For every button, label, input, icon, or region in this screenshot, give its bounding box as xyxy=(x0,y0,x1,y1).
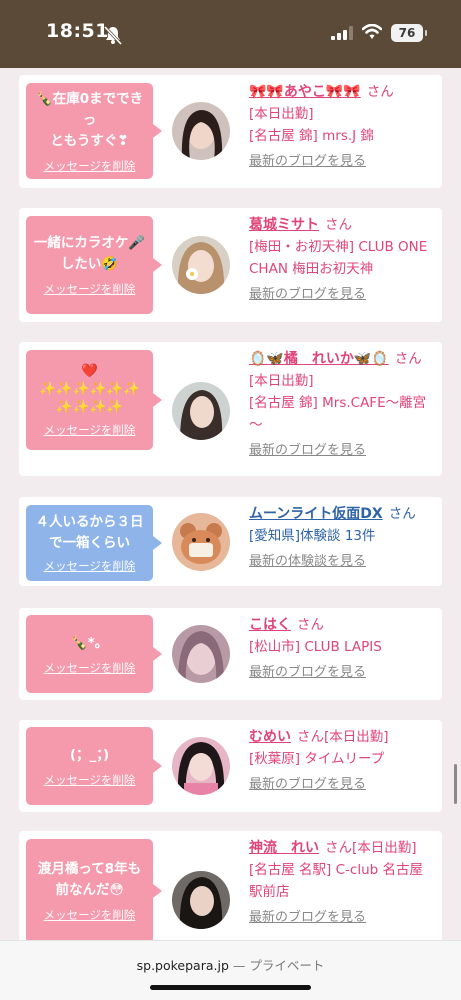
profile-info: こはく さん [松山市] CLUB LAPIS 最新のブログを見る xyxy=(249,614,435,684)
profile-name-link[interactable]: こはく xyxy=(249,617,291,633)
profile-name-link[interactable]: 🎀🎀あやこ🎀🎀 xyxy=(249,84,361,100)
work-status: [本日出勤] xyxy=(352,840,417,856)
message-bubble: ４人いるから３日 で一箱くらい メッセージを削除 xyxy=(26,505,162,581)
shop-info: [秋葉原] タイムリープ xyxy=(249,751,385,767)
honorific: さん xyxy=(388,506,416,522)
delete-message-link[interactable]: メッセージを削除 xyxy=(44,422,136,438)
honorific: さん xyxy=(366,84,394,100)
review-count: [愛知県]体験談 13件 xyxy=(249,528,376,544)
shop-info: [名古屋 錦] mrs.J 錦 xyxy=(249,128,374,144)
status-time: 18:51 xyxy=(46,20,109,42)
message-card: ４人いるから３日 で一箱くらい メッセージを削除 ムーンライト仮面DX さん [愛… xyxy=(19,497,442,586)
bell-muted-icon xyxy=(103,25,123,45)
avatar[interactable] xyxy=(172,871,230,929)
work-status: [本日出勤] xyxy=(249,106,314,122)
domain: sp.pokepara.jp xyxy=(136,958,229,973)
message-card: 一緒にカラオケ🎤 したい🤣 メッセージを削除 葛城ミサト さん [梅田・お初天神]… xyxy=(19,208,442,322)
avatar[interactable] xyxy=(172,737,230,795)
scrollbar[interactable] xyxy=(454,764,457,804)
message-text: 🍾*。 xyxy=(70,634,109,651)
latest-blog-link[interactable]: 最新のブログを見る xyxy=(249,774,435,796)
message-card: ❤️ ✨✨✨✨✨✨ ✨✨✨✨ メッセージを削除 🪞🦋橘 れいか🦋🪞 さん [本日出… xyxy=(19,342,442,476)
message-text: 一緒にカラオケ🎤 したい🤣 xyxy=(33,235,146,272)
address-text[interactable]: sp.pokepara.jp — プライベート xyxy=(0,955,461,974)
shop-info: [名古屋 名駅] C-club 名古屋駅前店 xyxy=(249,862,424,900)
shop-info: [名古屋 錦] Mrs.CAFE～離宮～ xyxy=(249,395,427,433)
latest-blog-link[interactable]: 最新のブログを見る xyxy=(249,440,435,462)
message-card: 🍾*。 メッセージを削除 こはく さん [松山市] CLUB LAPIS 最新のブ… xyxy=(19,608,442,700)
message-card: 渡月橋って8年も 前なんだ😳 メッセージを削除 神流 れい さん[本日出勤] [名… xyxy=(19,831,442,940)
profile-info: 🎀🎀あやこ🎀🎀 さん [本日出勤] [名古屋 錦] mrs.J 錦 最新のブログを… xyxy=(249,81,435,173)
avatar[interactable] xyxy=(172,625,230,683)
delete-message-link[interactable]: メッセージを削除 xyxy=(44,281,136,297)
avatar[interactable] xyxy=(172,513,230,571)
shop-info: [松山市] CLUB LAPIS xyxy=(249,639,382,655)
wifi-icon xyxy=(362,24,382,39)
message-text: (；_；) xyxy=(69,746,110,763)
message-text: 渡月橋って8年も 前なんだ😳 xyxy=(37,861,142,898)
profile-name-link[interactable]: 🪞🦋橘 れいか🦋🪞 xyxy=(249,351,389,367)
latest-review-link[interactable]: 最新の体験談を見る xyxy=(249,551,435,573)
honorific: さん xyxy=(297,729,324,745)
avatar[interactable] xyxy=(172,102,230,160)
status-bar: 18:51 76 xyxy=(0,0,461,68)
message-bubble: 🍾在庫0までできっ ともうすぐ❣ メッセージを削除 xyxy=(26,83,162,179)
profile-name-link[interactable]: ムーンライト仮面DX xyxy=(249,506,383,522)
honorific: さん xyxy=(297,617,324,633)
message-list: 🍾在庫0までできっ ともうすぐ❣ メッセージを削除 🎀🎀あやこ🎀🎀 さん [本日出… xyxy=(0,68,461,940)
message-text: ❤️ ✨✨✨✨✨✨ ✨✨✨✨ xyxy=(39,363,140,415)
home-indicator[interactable] xyxy=(150,985,311,990)
message-bubble: 🍾*。 メッセージを削除 xyxy=(26,615,162,693)
delete-message-link[interactable]: メッセージを削除 xyxy=(44,558,136,574)
private-mode-label: — プライベート xyxy=(232,958,325,973)
delete-message-link[interactable]: メッセージを削除 xyxy=(44,660,136,676)
message-text: ４人いるから３日 で一箱くらい xyxy=(35,514,144,551)
message-text: 🍾在庫0までできっ ともうすぐ❣ xyxy=(35,90,144,149)
delete-message-link[interactable]: メッセージを削除 xyxy=(44,772,136,788)
profile-info: 神流 れい さん[本日出勤] [名古屋 名駅] C-club 名古屋駅前店 最新の… xyxy=(249,837,435,929)
profile-info: ムーンライト仮面DX さん [愛知県]体験談 13件 最新の体験談を見る xyxy=(249,503,435,573)
profile-name-link[interactable]: むめい xyxy=(249,729,291,745)
message-bubble: (；_；) メッセージを削除 xyxy=(26,727,162,805)
message-bubble: ❤️ ✨✨✨✨✨✨ ✨✨✨✨ メッセージを削除 xyxy=(26,350,162,450)
avatar[interactable] xyxy=(172,382,230,440)
profile-info: むめい さん[本日出勤] [秋葉原] タイムリープ 最新のブログを見る xyxy=(249,726,435,796)
latest-blog-link[interactable]: 最新のブログを見る xyxy=(249,907,435,929)
message-card: (；_；) メッセージを削除 むめい さん[本日出勤] [秋葉原] タイムリープ … xyxy=(19,720,442,812)
honorific: さん xyxy=(394,351,422,367)
profile-info: 葛城ミサト さん [梅田・お初天神] CLUB ONE CHAN 梅田お初天神 最… xyxy=(249,214,435,306)
honorific: さん xyxy=(325,840,352,856)
profile-info: 🪞🦋橘 れいか🦋🪞 さん [本日出勤] [名古屋 錦] Mrs.CAFE～離宮～ … xyxy=(249,348,435,462)
message-card: 🍾在庫0までできっ ともうすぐ❣ メッセージを削除 🎀🎀あやこ🎀🎀 さん [本日出… xyxy=(19,75,442,188)
profile-name-link[interactable]: 神流 れい xyxy=(249,840,319,856)
latest-blog-link[interactable]: 最新のブログを見る xyxy=(249,284,435,306)
work-status: [本日出勤] xyxy=(249,373,314,389)
honorific: さん xyxy=(325,217,352,233)
message-bubble: 一緒にカラオケ🎤 したい🤣 メッセージを削除 xyxy=(26,216,162,314)
battery-indicator: 76 xyxy=(391,24,427,42)
signal-icon xyxy=(331,26,353,40)
delete-message-link[interactable]: メッセージを削除 xyxy=(44,907,136,923)
delete-message-link[interactable]: メッセージを削除 xyxy=(44,158,136,174)
work-status: [本日出勤] xyxy=(324,729,389,745)
message-bubble: 渡月橋って8年も 前なんだ😳 メッセージを削除 xyxy=(26,839,162,940)
latest-blog-link[interactable]: 最新のブログを見る xyxy=(249,662,435,684)
browser-address-bar[interactable]: sp.pokepara.jp — プライベート xyxy=(0,940,461,1000)
profile-name-link[interactable]: 葛城ミサト xyxy=(249,217,319,233)
shop-info: [梅田・お初天神] CLUB ONE CHAN 梅田お初天神 xyxy=(249,239,428,277)
latest-blog-link[interactable]: 最新のブログを見る xyxy=(249,151,435,173)
avatar[interactable] xyxy=(172,236,230,294)
